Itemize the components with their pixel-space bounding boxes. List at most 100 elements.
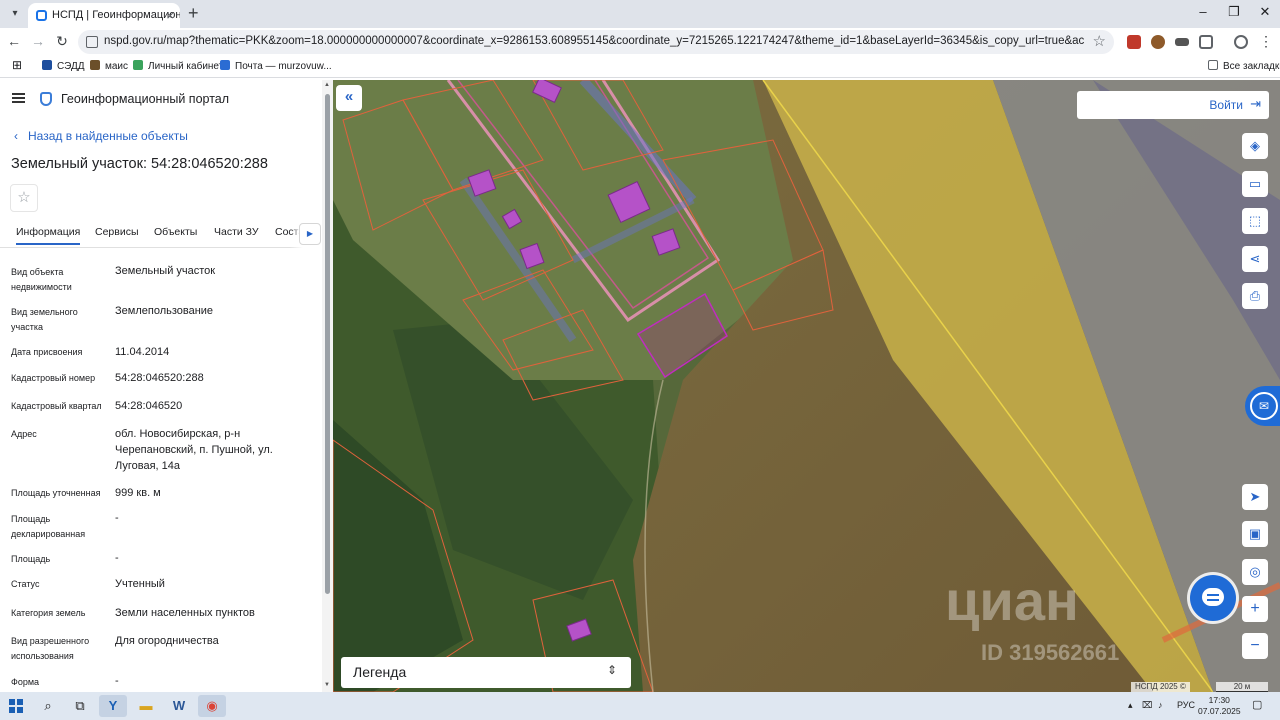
scroll-down-icon[interactable]: ▼ [324, 682, 330, 688]
layers-icon[interactable]: ◈ [1242, 133, 1268, 159]
tab-services[interactable]: Сервисы [95, 226, 139, 238]
ruler-icon[interactable]: ▭ [1242, 171, 1268, 197]
bookmark-item[interactable]: СЭДД [42, 60, 85, 72]
portal-title: Геоинформационный портал [61, 92, 230, 106]
login-icon: ⇥ [1250, 96, 1261, 111]
new-tab-button[interactable]: + [188, 3, 199, 24]
extensions-puzzle-icon[interactable] [1199, 35, 1213, 49]
network-icon[interactable]: ⌧ [1142, 700, 1152, 711]
volume-icon[interactable]: ♪ [1158, 700, 1163, 710]
property-value: Землепользование [115, 305, 214, 317]
back-arrow-icon[interactable]: ← [4, 33, 24, 49]
yandex-browser-icon[interactable]: Y [99, 695, 127, 717]
apps-grid-icon[interactable]: ⊞ [12, 58, 22, 72]
area-select-icon[interactable]: ⬚ [1242, 208, 1268, 234]
all-bookmarks[interactable]: Все закладки [1208, 60, 1280, 72]
bookmark-star-icon[interactable]: ☆ [1093, 32, 1106, 50]
portal-logo-icon [40, 92, 52, 106]
browser-tab-active[interactable]: НСПД | Геоинформационный × [28, 3, 180, 28]
extension-icon[interactable] [1175, 38, 1189, 46]
zoom-out-button[interactable]: − [1242, 633, 1268, 659]
tabs-scroll-right-icon[interactable]: ▶ [299, 223, 321, 245]
property-value: обл. Новосибирская, р-н Черепановский, п… [115, 428, 273, 472]
browser-tab-bar: ▾ НСПД | Геоинформационный × + – ❐ ✕ [0, 0, 1280, 28]
notifications-icon[interactable]: ▢ [1252, 698, 1262, 711]
bookmark-favicon-icon [42, 60, 52, 70]
property-label: Кадастровый квартал [11, 401, 102, 411]
bookmarks-bar: ⊞ СЭДД маис Личный кабинет Почта — murzo… [0, 56, 1280, 78]
share-icon[interactable]: ⋖ [1242, 246, 1268, 272]
zoom-in-button[interactable]: + [1242, 596, 1268, 622]
extension-icon[interactable] [1127, 35, 1141, 49]
back-to-results-link[interactable]: ‹ Назад в найденные объекты [14, 129, 188, 143]
language-indicator[interactable]: РУС [1177, 700, 1195, 710]
map-view[interactable]: « Войти ⇥ ◈ ▭ ⬚ ⋖ ⎙ ✉ ➤ ▣ ◎ + − циан ID … [333, 80, 1280, 692]
chrome-icon[interactable]: ◉ [198, 695, 226, 717]
satellite-map [333, 80, 1280, 692]
expand-icon: ⇕ [606, 663, 617, 677]
assistant-button[interactable]: ✉ [1245, 386, 1280, 426]
panel-scrollbar[interactable]: ▲ ▼ [322, 80, 333, 692]
tab-search-button[interactable]: ▾ [6, 5, 24, 23]
property-label: Дата присвоения [11, 347, 83, 357]
map-scale-bar: 20 м [1216, 682, 1268, 692]
task-view-icon[interactable]: ⧉ [66, 695, 94, 717]
url-text[interactable]: nspd.gov.ru/map?thematic=PKK&zoom=18.000… [104, 35, 1084, 47]
watermark: циан [945, 569, 1079, 632]
bookmark-item[interactable]: Личный кабинет [133, 60, 223, 72]
scrollbar-thumb[interactable] [325, 94, 330, 594]
forward-arrow-icon[interactable]: → [28, 33, 48, 49]
property-label: Кадастровый номер [11, 373, 96, 383]
info-tabs: Информация Сервисы Объекты Части ЗУ Сост… [0, 220, 322, 248]
reload-icon[interactable]: ↻ [52, 33, 72, 50]
windows-start-icon[interactable] [9, 699, 23, 713]
scroll-up-icon[interactable]: ▲ [324, 82, 330, 88]
tab-parts[interactable]: Части ЗУ [214, 226, 259, 238]
address-bar[interactable]: nspd.gov.ru/map?thematic=PKK&zoom=18.000… [78, 30, 1114, 54]
minimap-icon[interactable]: ▣ [1242, 521, 1268, 547]
minimize-icon[interactable]: – [1188, 4, 1218, 19]
menu-icon[interactable] [12, 93, 25, 103]
word-icon[interactable]: W [165, 695, 193, 717]
close-window-icon[interactable]: ✕ [1250, 4, 1280, 20]
locate-icon[interactable]: ◎ [1242, 559, 1268, 585]
file-explorer-icon[interactable]: ▬ [132, 695, 160, 717]
login-button[interactable]: Войти ⇥ [1077, 91, 1269, 119]
folder-icon [1208, 60, 1218, 70]
property-value: 54:28:046520 [115, 400, 183, 412]
extension-icon[interactable] [1151, 35, 1165, 49]
property-value: - [115, 512, 119, 524]
bookmark-favicon-icon [133, 60, 143, 70]
search-icon[interactable]: ⌕ [34, 695, 62, 717]
browser-menu-icon[interactable]: ⋮ [1256, 33, 1276, 50]
site-info-icon[interactable] [86, 36, 98, 48]
property-label: Форма собственности [11, 677, 40, 687]
close-icon[interactable]: × [166, 3, 174, 28]
tab-information[interactable]: Информация [16, 226, 81, 245]
legend-dropdown[interactable]: Легенда ⇕ [341, 657, 631, 688]
chat-bubble-icon [1202, 588, 1224, 606]
tab-title: НСПД | Геоинформационный [52, 9, 180, 21]
profile-icon[interactable] [1234, 35, 1248, 49]
print-icon[interactable]: ⎙ [1242, 283, 1268, 309]
site-favicon-icon [36, 10, 47, 21]
property-label: Статус [11, 579, 40, 589]
clock[interactable]: 17:30 07.07.2025 [1198, 695, 1241, 717]
collapse-panel-button[interactable]: « [336, 85, 362, 111]
object-info-panel: Геоинформационный портал ‹ Назад в найден… [0, 80, 333, 692]
bookmark-item[interactable]: Почта — murzovuw... [220, 60, 332, 72]
assistant-icon: ✉ [1250, 392, 1278, 420]
property-label: Вид разрешенного использования [11, 636, 90, 661]
navigation-arrow-icon[interactable]: ➤ [1242, 484, 1268, 510]
tab-objects[interactable]: Объекты [154, 226, 197, 238]
bookmark-favicon-icon [220, 60, 230, 70]
property-label: Площадь [11, 554, 51, 564]
restore-icon[interactable]: ❐ [1219, 4, 1249, 20]
bookmark-item[interactable]: маис [90, 60, 128, 72]
property-value: 999 кв. м [115, 487, 161, 499]
chat-button[interactable] [1190, 575, 1236, 621]
property-value: Земли населенных пунктов [115, 607, 255, 619]
property-label: Площадь уточненная [11, 488, 101, 498]
tray-chevron-icon[interactable]: ▴ [1128, 700, 1133, 711]
favorite-star-icon[interactable]: ☆ [10, 184, 38, 212]
